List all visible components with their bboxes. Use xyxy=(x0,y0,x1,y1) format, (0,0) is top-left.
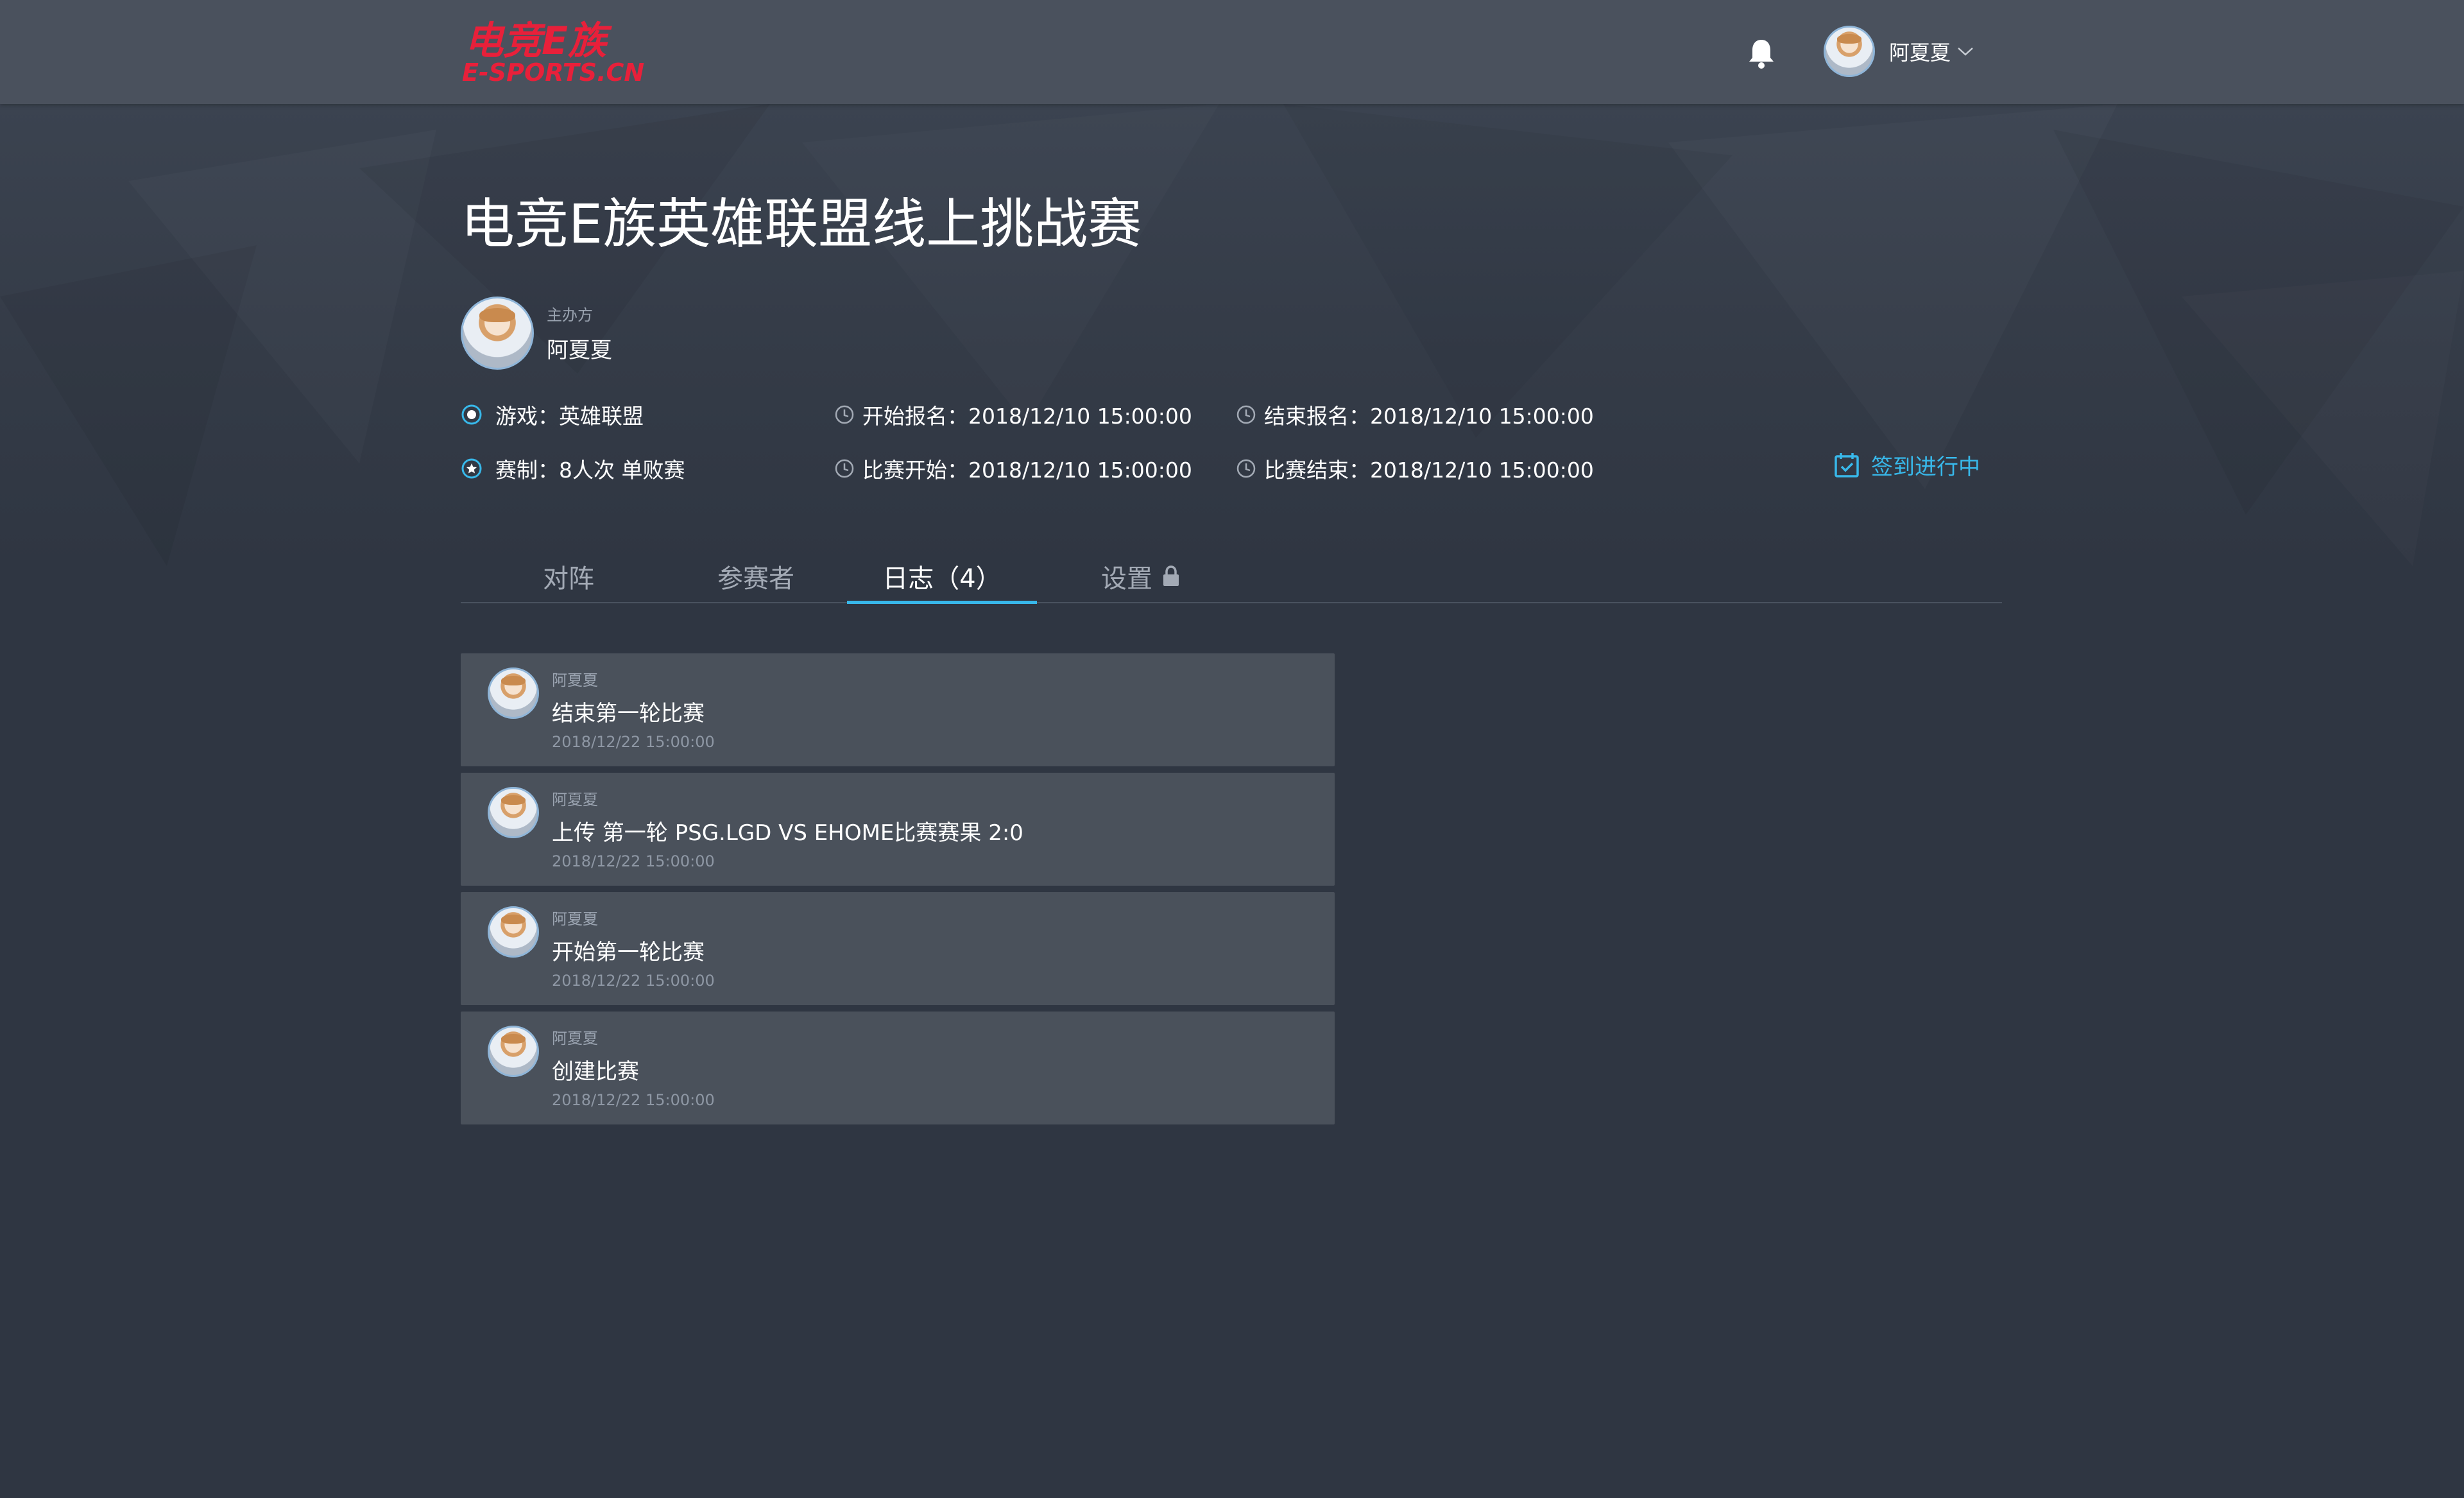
registration-end-text: 结束报名：2018/12/10 15:00:00 xyxy=(1264,404,1594,429)
star-badge-icon xyxy=(461,458,482,479)
bell-icon[interactable] xyxy=(1747,37,1776,69)
registration-end-info: 结束报名：2018/12/10 15:00:00 xyxy=(1236,399,1594,430)
log-user-avatar xyxy=(488,787,539,838)
calendar-check-icon xyxy=(1835,452,1859,478)
radio-dot-icon xyxy=(461,404,482,425)
match-end-info: 比赛结束：2018/12/10 15:00:00 xyxy=(1236,453,1594,484)
page-title: 电竞E族英雄联盟线上挑战赛 xyxy=(461,193,1142,255)
organizer-avatar xyxy=(461,297,534,370)
checkin-status-button[interactable]: 签到进行中 xyxy=(1833,449,1980,481)
match-start-info: 比赛开始：2018/12/10 15:00:00 xyxy=(834,453,1192,484)
log-message: 创建比赛 xyxy=(552,1059,639,1085)
hero-background xyxy=(0,104,2464,566)
tab-logs[interactable]: 日志（4） xyxy=(847,551,1037,604)
clock-icon xyxy=(835,405,854,424)
log-entry: 阿夏夏 开始第一轮比赛 2018/12/22 15:00:00 xyxy=(461,892,1335,1005)
tab-settings[interactable]: 设置 xyxy=(1077,551,1205,602)
log-timestamp: 2018/12/22 15:00:00 xyxy=(552,733,715,751)
log-timestamp: 2018/12/22 15:00:00 xyxy=(552,852,715,870)
log-message: 开始第一轮比赛 xyxy=(552,940,705,965)
username: 阿夏夏 xyxy=(1889,40,1951,65)
clock-icon xyxy=(835,459,854,478)
log-timestamp: 2018/12/22 15:00:00 xyxy=(552,972,715,990)
tab-bar: 对阵 参赛者 日志（4） 设置 xyxy=(461,551,2002,604)
log-user-avatar xyxy=(488,906,539,958)
log-entry: 阿夏夏 创建比赛 2018/12/22 15:00:00 xyxy=(461,1012,1335,1124)
registration-start-info: 开始报名：2018/12/10 15:00:00 xyxy=(834,399,1192,430)
lock-icon xyxy=(1163,565,1179,586)
user-menu[interactable]: 阿夏夏 xyxy=(1824,24,1974,78)
tab-matchups[interactable]: 对阵 xyxy=(504,551,633,602)
log-username: 阿夏夏 xyxy=(552,791,598,809)
log-entry: 阿夏夏 上传 第一轮 PSG.LGD VS EHOME比赛赛果 2:0 2018… xyxy=(461,773,1335,886)
esports-logo[interactable]: 电竞E族 E-SPORTS.CN xyxy=(461,18,672,87)
log-user-avatar xyxy=(488,667,539,719)
format-info: 赛制：8人次 单败赛 xyxy=(461,453,685,484)
log-username: 阿夏夏 xyxy=(552,1029,598,1047)
clock-icon xyxy=(1236,405,1256,424)
svg-text:电竞E族: 电竞E族 xyxy=(465,19,612,64)
log-message: 上传 第一轮 PSG.LGD VS EHOME比赛赛果 2:0 xyxy=(552,820,1023,846)
log-list: 阿夏夏 结束第一轮比赛 2018/12/22 15:00:00 阿夏夏 上传 第… xyxy=(461,653,1335,1131)
game-text: 游戏：英雄联盟 xyxy=(495,404,644,429)
user-avatar xyxy=(1824,26,1875,77)
match-start-text: 比赛开始：2018/12/10 15:00:00 xyxy=(862,458,1192,483)
game-info: 游戏：英雄联盟 xyxy=(461,399,644,430)
format-text: 赛制：8人次 单败赛 xyxy=(495,458,685,483)
match-end-text: 比赛结束：2018/12/10 15:00:00 xyxy=(1264,458,1594,483)
organizer-label: 主办方 xyxy=(547,306,593,324)
organizer: 主办方 阿夏夏 xyxy=(461,297,612,370)
tab-participants[interactable]: 参赛者 xyxy=(685,551,826,602)
log-entry: 阿夏夏 结束第一轮比赛 2018/12/22 15:00:00 xyxy=(461,653,1335,766)
clock-icon xyxy=(1236,459,1256,478)
chevron-down-icon xyxy=(1958,47,1973,56)
log-username: 阿夏夏 xyxy=(552,671,598,689)
log-timestamp: 2018/12/22 15:00:00 xyxy=(552,1091,715,1109)
log-user-avatar xyxy=(488,1026,539,1077)
svg-text:E-SPORTS.CN: E-SPORTS.CN xyxy=(462,58,644,86)
organizer-name: 阿夏夏 xyxy=(547,338,612,363)
top-navigation-bar: 电竞E族 E-SPORTS.CN 阿夏夏 xyxy=(0,0,2464,104)
registration-start-text: 开始报名：2018/12/10 15:00:00 xyxy=(862,404,1192,429)
log-message: 结束第一轮比赛 xyxy=(552,701,705,727)
checkin-status-text: 签到进行中 xyxy=(1871,454,1980,480)
log-username: 阿夏夏 xyxy=(552,910,598,928)
